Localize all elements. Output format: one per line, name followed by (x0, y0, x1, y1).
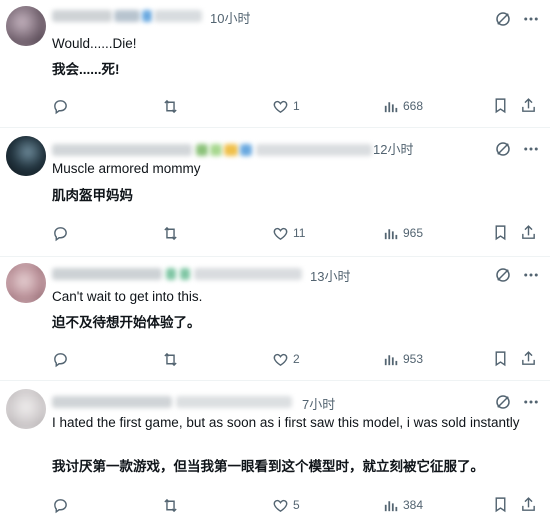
avatar[interactable] (6, 6, 46, 46)
like-button[interactable]: 1 (272, 96, 300, 116)
reply-translation: 我会......死! (52, 62, 120, 77)
bookmark-icon[interactable] (492, 496, 509, 513)
action-bar: 2 953 (52, 349, 540, 369)
repost-icon (164, 226, 177, 240)
repost-button[interactable] (162, 495, 179, 515)
reply-text: Can't wait to get into this. (52, 289, 203, 304)
reply-button[interactable] (52, 223, 69, 243)
reply-translation: 我讨厌第一款游戏，但当我第一眼看到这个模型时，就立刻被它征服了。 (52, 459, 484, 474)
reply-icon (54, 99, 67, 114)
reply-button[interactable] (52, 495, 69, 515)
avatar[interactable] (6, 389, 46, 429)
bookmark-icon[interactable] (492, 97, 509, 114)
more-options-icon[interactable] (522, 10, 540, 28)
action-bar: 1 668 (52, 96, 540, 116)
grok-icon[interactable] (494, 266, 512, 284)
share-icon[interactable] (520, 97, 537, 114)
repost-icon (164, 99, 177, 113)
author-name-blurred[interactable] (52, 268, 302, 280)
grok-icon[interactable] (494, 393, 512, 411)
reply-icon (54, 352, 67, 367)
author-name-blurred[interactable] (52, 10, 202, 22)
views-button[interactable]: 965 (382, 223, 423, 243)
repost-button[interactable] (162, 223, 179, 243)
avatar[interactable] (6, 263, 46, 303)
view-count: 668 (403, 99, 424, 113)
action-bar: 5 384 (52, 495, 540, 515)
heart-icon (273, 100, 288, 113)
more-options-icon[interactable] (522, 140, 540, 158)
timestamp[interactable]: 12小时 (373, 139, 413, 158)
repost-button[interactable] (162, 96, 179, 116)
reply-icon (54, 226, 67, 241)
views-icon (384, 354, 398, 365)
repost-button[interactable] (162, 349, 179, 369)
share-icon[interactable] (520, 350, 537, 367)
repost-icon (164, 498, 177, 512)
more-options-icon[interactable] (522, 393, 540, 411)
views-button[interactable]: 953 (382, 349, 423, 369)
bookmark-icon[interactable] (492, 350, 509, 367)
share-icon[interactable] (520, 224, 537, 241)
views-icon (384, 228, 398, 239)
like-button[interactable]: 11 (272, 223, 305, 243)
grok-icon[interactable] (494, 140, 512, 158)
view-count: 384 (403, 498, 424, 512)
view-count: 953 (403, 352, 424, 366)
reply-translation: 肌肉盔甲妈妈 (52, 188, 133, 203)
views-icon (384, 500, 398, 511)
views-button[interactable]: 668 (382, 96, 423, 116)
share-icon[interactable] (520, 496, 537, 513)
views-button[interactable]: 384 (382, 495, 423, 515)
reply-translation: 迫不及待想开始体验了。 (52, 315, 201, 330)
like-count: 11 (293, 226, 306, 240)
repost-icon (164, 352, 177, 366)
reply-card[interactable]: 10小时 Would......Die! 我会......死! 1 668 (0, 0, 550, 128)
more-options-icon[interactable] (522, 266, 540, 284)
reply-card[interactable]: 7小时 I hated the first game, but as soon … (0, 381, 550, 524)
reply-card[interactable]: 12小时 Muscle armored mommy 肌肉盔甲妈妈 11 965 (0, 128, 550, 257)
reply-text: I hated the first game, but as soon as i… (52, 415, 520, 430)
reply-card[interactable]: 13小时 Can't wait to get into this. 迫不及待想开… (0, 257, 550, 381)
like-button[interactable]: 5 (272, 495, 300, 515)
like-button[interactable]: 2 (272, 349, 300, 369)
reply-text: Would......Die! (52, 36, 137, 51)
timestamp[interactable]: 7小时 (302, 394, 335, 413)
reply-text: Muscle armored mommy (52, 161, 201, 176)
views-icon (384, 101, 398, 112)
bookmark-icon[interactable] (492, 224, 509, 241)
reply-button[interactable] (52, 349, 69, 369)
like-count: 5 (293, 498, 300, 512)
reply-button[interactable] (52, 96, 69, 116)
timestamp[interactable]: 13小时 (310, 266, 350, 285)
grok-icon[interactable] (494, 10, 512, 28)
reply-icon (54, 498, 67, 513)
author-name-blurred[interactable] (52, 396, 292, 408)
heart-icon (273, 227, 288, 240)
avatar[interactable] (6, 136, 46, 176)
like-count: 1 (293, 99, 300, 113)
view-count: 965 (403, 226, 424, 240)
heart-icon (273, 353, 288, 366)
action-bar: 11 965 (52, 223, 540, 243)
author-name-blurred[interactable] (52, 144, 372, 156)
timestamp[interactable]: 10小时 (210, 8, 250, 27)
like-count: 2 (293, 352, 300, 366)
heart-icon (273, 499, 288, 512)
